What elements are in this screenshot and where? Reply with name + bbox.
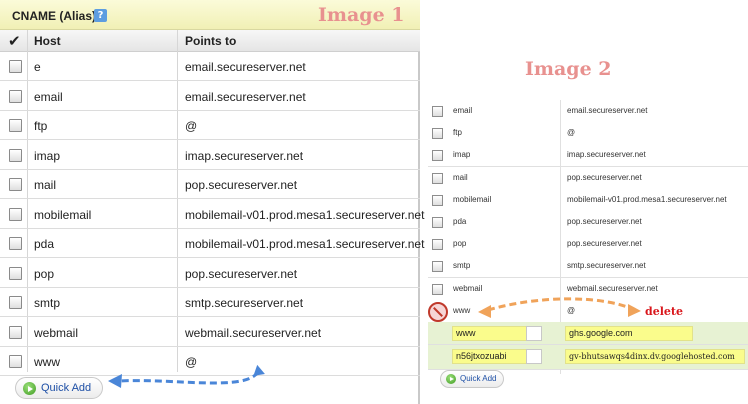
orange-dashed-arrow: [487, 297, 631, 312]
blue-dashed-arrow: [117, 371, 260, 385]
blue-arrowhead: [108, 374, 122, 388]
blue-arrowhead-end: [253, 364, 265, 376]
annotation-arrows: [108, 297, 641, 388]
orange-arrowhead-left: [478, 305, 491, 318]
orange-arrowhead-right: [628, 304, 641, 317]
